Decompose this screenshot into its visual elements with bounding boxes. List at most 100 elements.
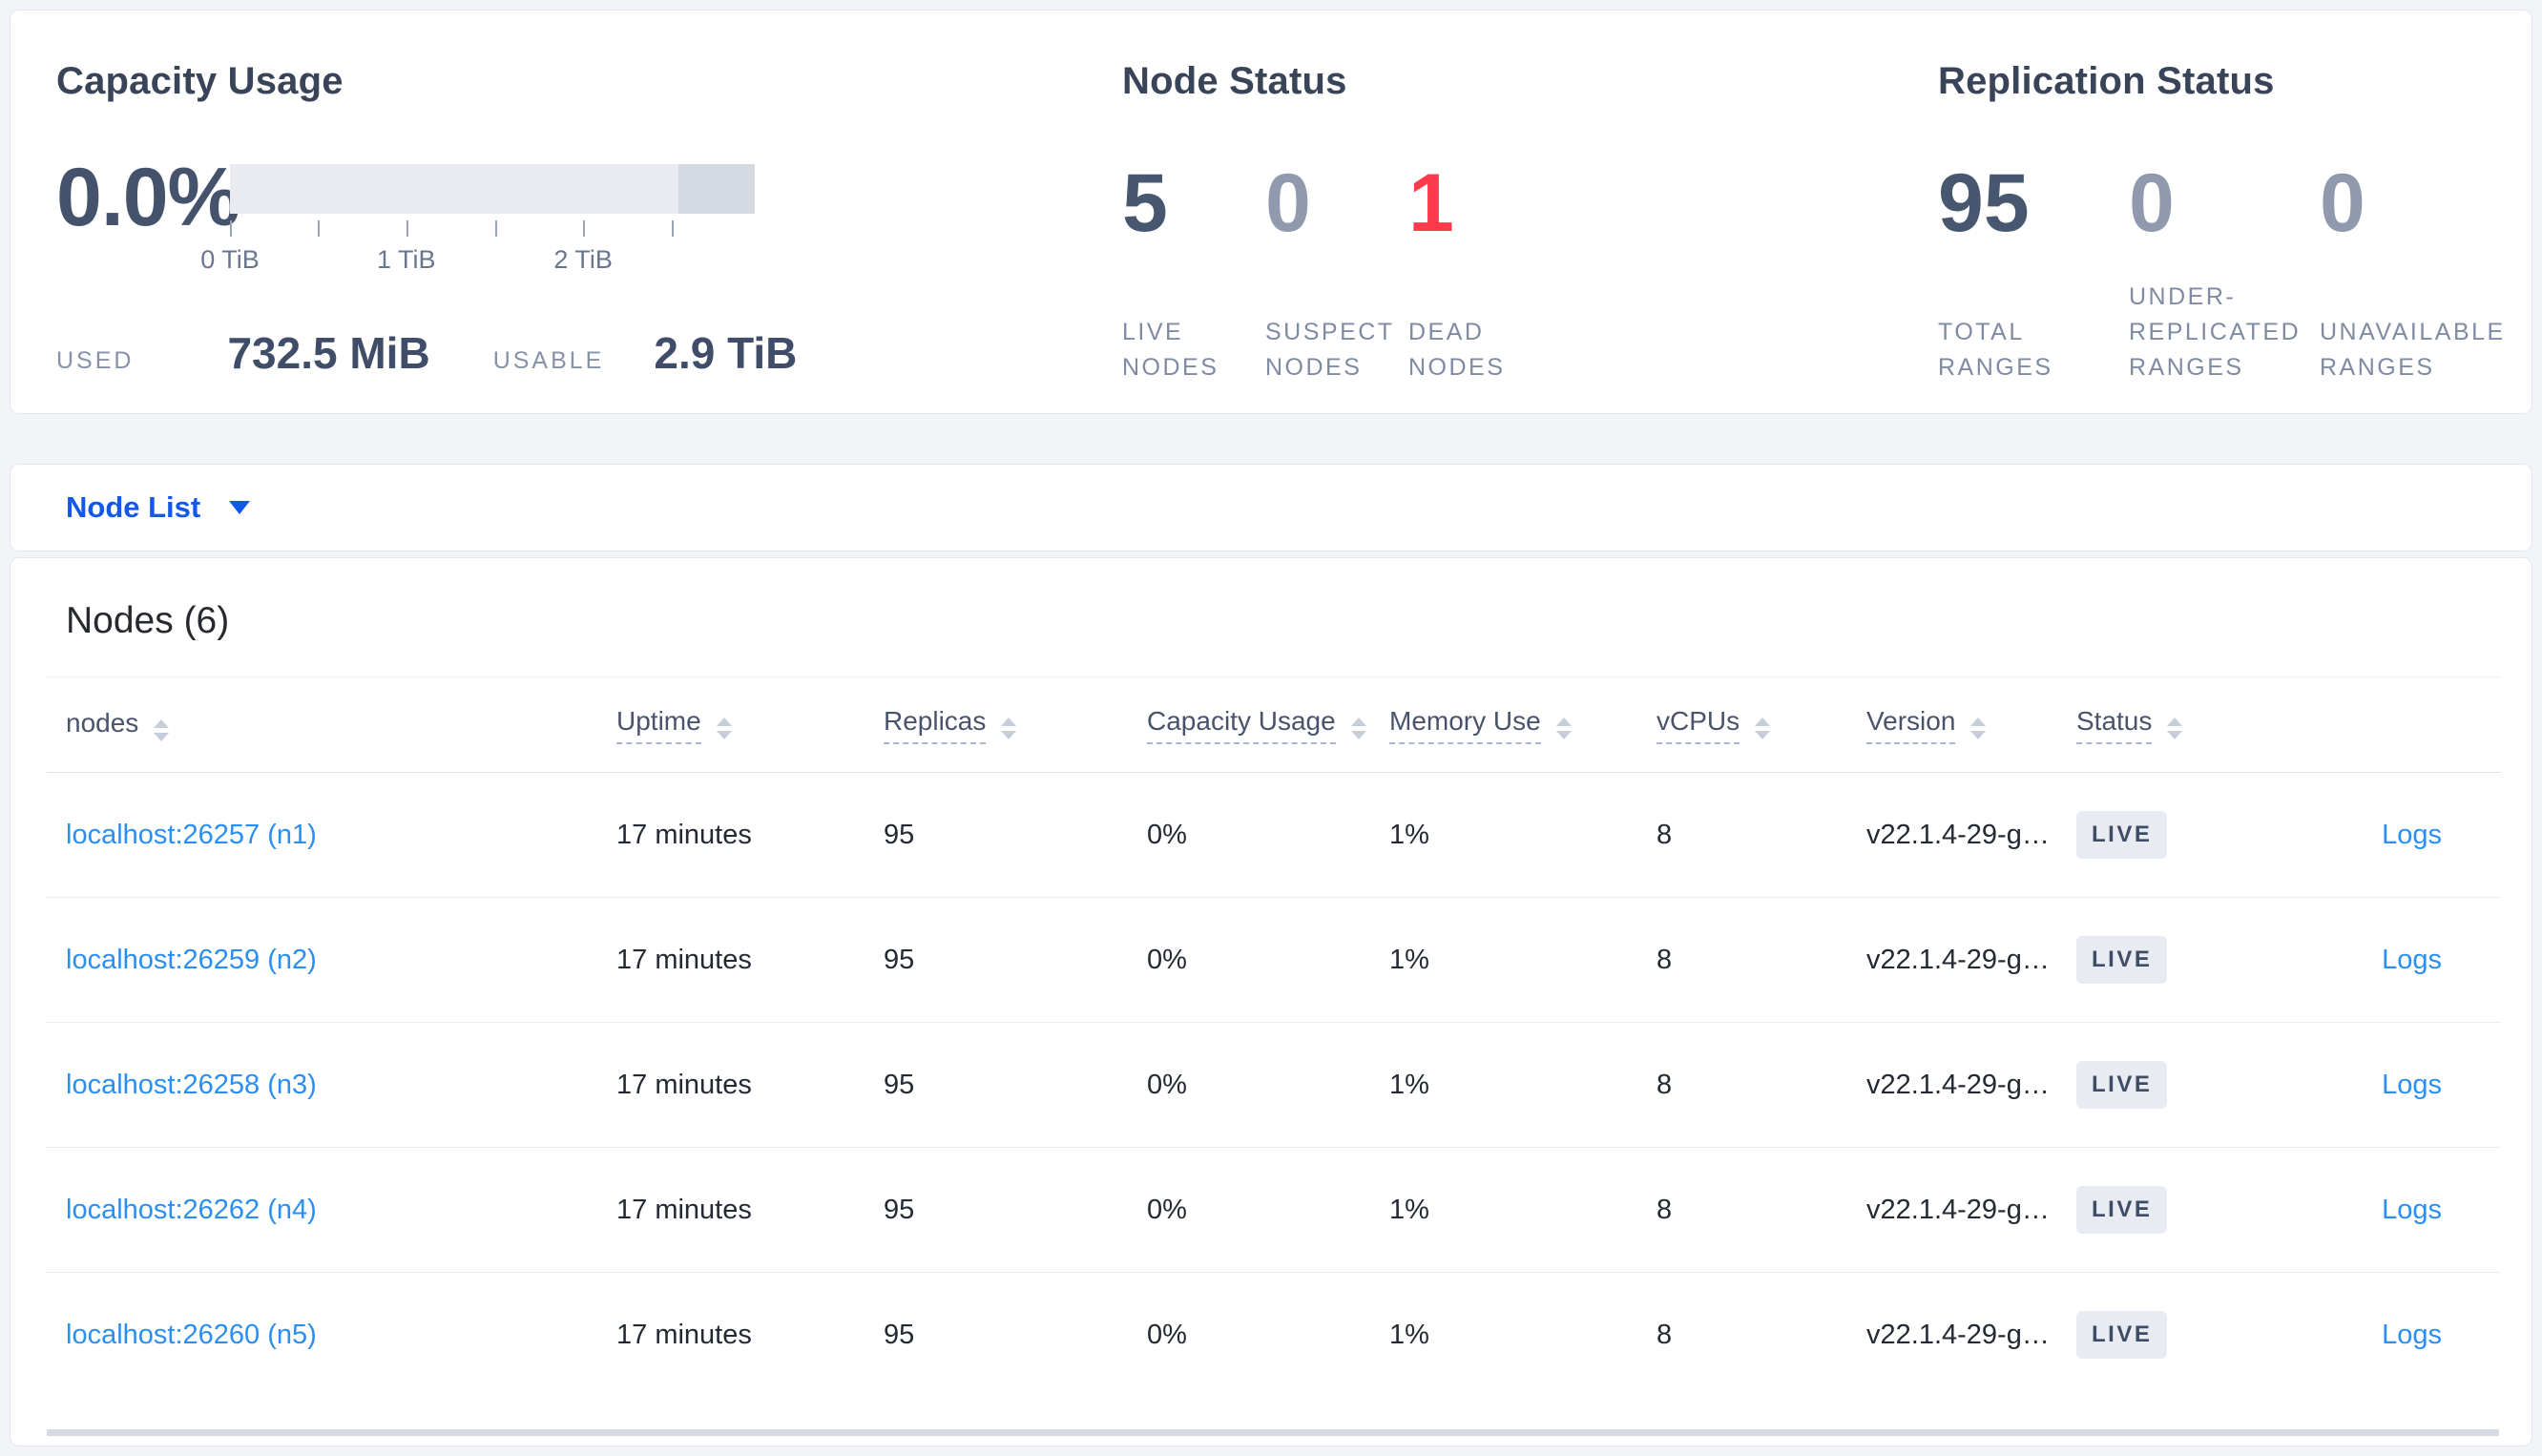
node-list-dropdown[interactable]: Node List [66,490,251,525]
live-status-badge: LIVE [2076,1186,2168,1234]
status-cell: LIVE [2057,773,2282,898]
table-header-row: nodes Uptime Replicas Capacity Usage Mem… [47,676,2501,773]
memory-use-cell: 1% [1389,819,1429,850]
uptime-cell: 17 minutes [616,1194,752,1225]
usable-value: 2.9 TiB [654,328,798,378]
logs-link[interactable]: Logs [2382,1070,2442,1100]
suspect-nodes-count: 0 [1265,157,1311,249]
node-link[interactable]: localhost:26259 (n2) [66,945,317,975]
logs-link[interactable]: Logs [2382,820,2442,850]
node-link[interactable]: localhost:26262 (n4) [66,1195,317,1225]
memory-use-cell: 1% [1389,1319,1429,1350]
sort-icon[interactable] [1755,717,1771,739]
replicas-cell: 95 [884,1069,915,1100]
vcpus-cell: 8 [1656,1069,1673,1100]
live-status-badge: LIVE [2076,1311,2168,1360]
replicas-cell: 95 [884,1194,915,1225]
suspect-nodes-stat: 0 SUSPECT NODES [1265,162,1408,385]
replication-status-title: Replication Status [1938,60,2275,102]
logs-cell: Logs [2282,773,2501,898]
axis-label-2tib: 2 TiB [553,245,613,274]
replicas-cell: 95 [884,819,915,850]
capacity-bar-track [230,164,755,214]
logs-link[interactable]: Logs [2382,1320,2442,1350]
live-nodes-stat: 5 LIVE NODES [1122,162,1265,385]
column-header-nodes[interactable]: nodes [47,677,597,773]
sort-icon[interactable] [1001,717,1017,739]
nodes-table: nodes Uptime Replicas Capacity Usage Mem… [47,676,2501,1398]
node-list-dropdown-label: Node List [66,490,201,524]
view-selector-bar: Node List [10,464,2532,551]
live-nodes-count: 5 [1122,157,1168,249]
logs-cell: Logs [2282,898,2501,1023]
sort-icon[interactable] [716,717,732,739]
live-nodes-label: LIVE NODES [1122,319,1219,381]
capacity-usage-cell: 0% [1147,1069,1187,1100]
table-bottom-divider [47,1428,2499,1436]
dead-nodes-stat: 1 DEAD NODES [1408,162,1552,385]
under-replicated-ranges-label: UNDER-REPLICATED RANGES [2129,283,2302,381]
total-ranges-count: 95 [1938,157,2030,249]
node-cell: localhost:26259 (n2) [47,898,597,1023]
vcpus-cell: 8 [1656,944,1673,975]
logs-link[interactable]: Logs [2382,945,2442,975]
column-header-uptime[interactable]: Uptime [597,677,865,773]
sort-icon[interactable] [154,719,170,741]
used-label: USED [56,347,135,374]
live-status-badge: LIVE [2076,936,2168,984]
usable-label: USABLE [492,347,605,374]
memory-use-cell: 1% [1389,1194,1429,1225]
column-header-capacity-usage[interactable]: Capacity Usage [1128,677,1370,773]
table-row: localhost:26262 (n4) 17 minutes 95 0% 1% 8 v22… [47,1148,2501,1273]
memory-use-cell: 1% [1389,1069,1429,1100]
version-cell: v22.1.4-29-g… [1866,944,2050,975]
version-cell: v22.1.4-29-g… [1866,819,2050,850]
replicas-cell: 95 [884,944,915,975]
live-status-badge: LIVE [2076,1061,2168,1109]
sort-icon[interactable] [1555,717,1572,739]
node-cell: localhost:26260 (n5) [47,1273,597,1398]
axis-label-0tib: 0 TiB [200,245,260,274]
vcpus-cell: 8 [1656,819,1673,850]
capacity-usage-cell: 0% [1147,819,1187,850]
total-ranges-label: TOTAL RANGES [1938,319,2053,381]
unavailable-ranges-label: UNAVAILABLE RANGES [2320,319,2506,381]
uptime-cell: 17 minutes [616,1319,752,1350]
node-cell: localhost:26262 (n4) [47,1148,597,1273]
live-status-badge: LIVE [2076,811,2168,859]
uptime-cell: 17 minutes [616,819,752,850]
node-cell: localhost:26258 (n3) [47,1023,597,1148]
capacity-usage-cell: 0% [1147,1194,1187,1225]
node-link[interactable]: localhost:26257 (n1) [66,820,317,850]
unavailable-ranges-stat: 0 UNAVAILABLE RANGES [2320,162,2511,385]
column-header-replicas[interactable]: Replicas [865,677,1128,773]
table-row: localhost:26259 (n2) 17 minutes 95 0% 1% 8 v22… [47,898,2501,1023]
table-row: localhost:26258 (n3) 17 minutes 95 0% 1% 8 v22… [47,1023,2501,1148]
capacity-usage-section: Capacity Usage 0.0% 0 TiB 1 TiB 2 TiB US… [10,10,1065,413]
sort-icon[interactable] [1350,717,1366,739]
vcpus-cell: 8 [1656,1194,1673,1225]
column-header-version[interactable]: Version [1847,677,2057,773]
sort-icon[interactable] [2167,717,2183,739]
node-status-section: Node Status 5 LIVE NODES 0 SUSPECT NODES… [1065,10,1881,413]
logs-link[interactable]: Logs [2382,1195,2442,1225]
logs-cell: Logs [2282,1273,2501,1398]
total-ranges-stat: 95 TOTAL RANGES [1938,162,2129,385]
version-cell: v22.1.4-29-g… [1866,1069,2050,1100]
version-cell: v22.1.4-29-g… [1866,1319,2050,1350]
node-link[interactable]: localhost:26258 (n3) [66,1070,317,1100]
replication-status-section: Replication Status 95 TOTAL RANGES 0 UND… [1881,10,2532,413]
capacity-axis-ticks [230,220,755,243]
logs-cell: Logs [2282,1148,2501,1273]
node-link[interactable]: localhost:26260 (n5) [66,1320,317,1350]
status-cell: LIVE [2057,898,2282,1023]
column-header-logs [2282,677,2501,773]
unavailable-ranges-count: 0 [2320,157,2365,249]
logs-cell: Logs [2282,1023,2501,1148]
column-header-status[interactable]: Status [2057,677,2282,773]
column-header-vcpus[interactable]: vCPUs [1637,677,1847,773]
uptime-cell: 17 minutes [616,1069,752,1100]
used-value: 732.5 MiB [227,328,430,378]
column-header-memory-use[interactable]: Memory Use [1370,677,1637,773]
sort-icon[interactable] [1970,717,1987,739]
